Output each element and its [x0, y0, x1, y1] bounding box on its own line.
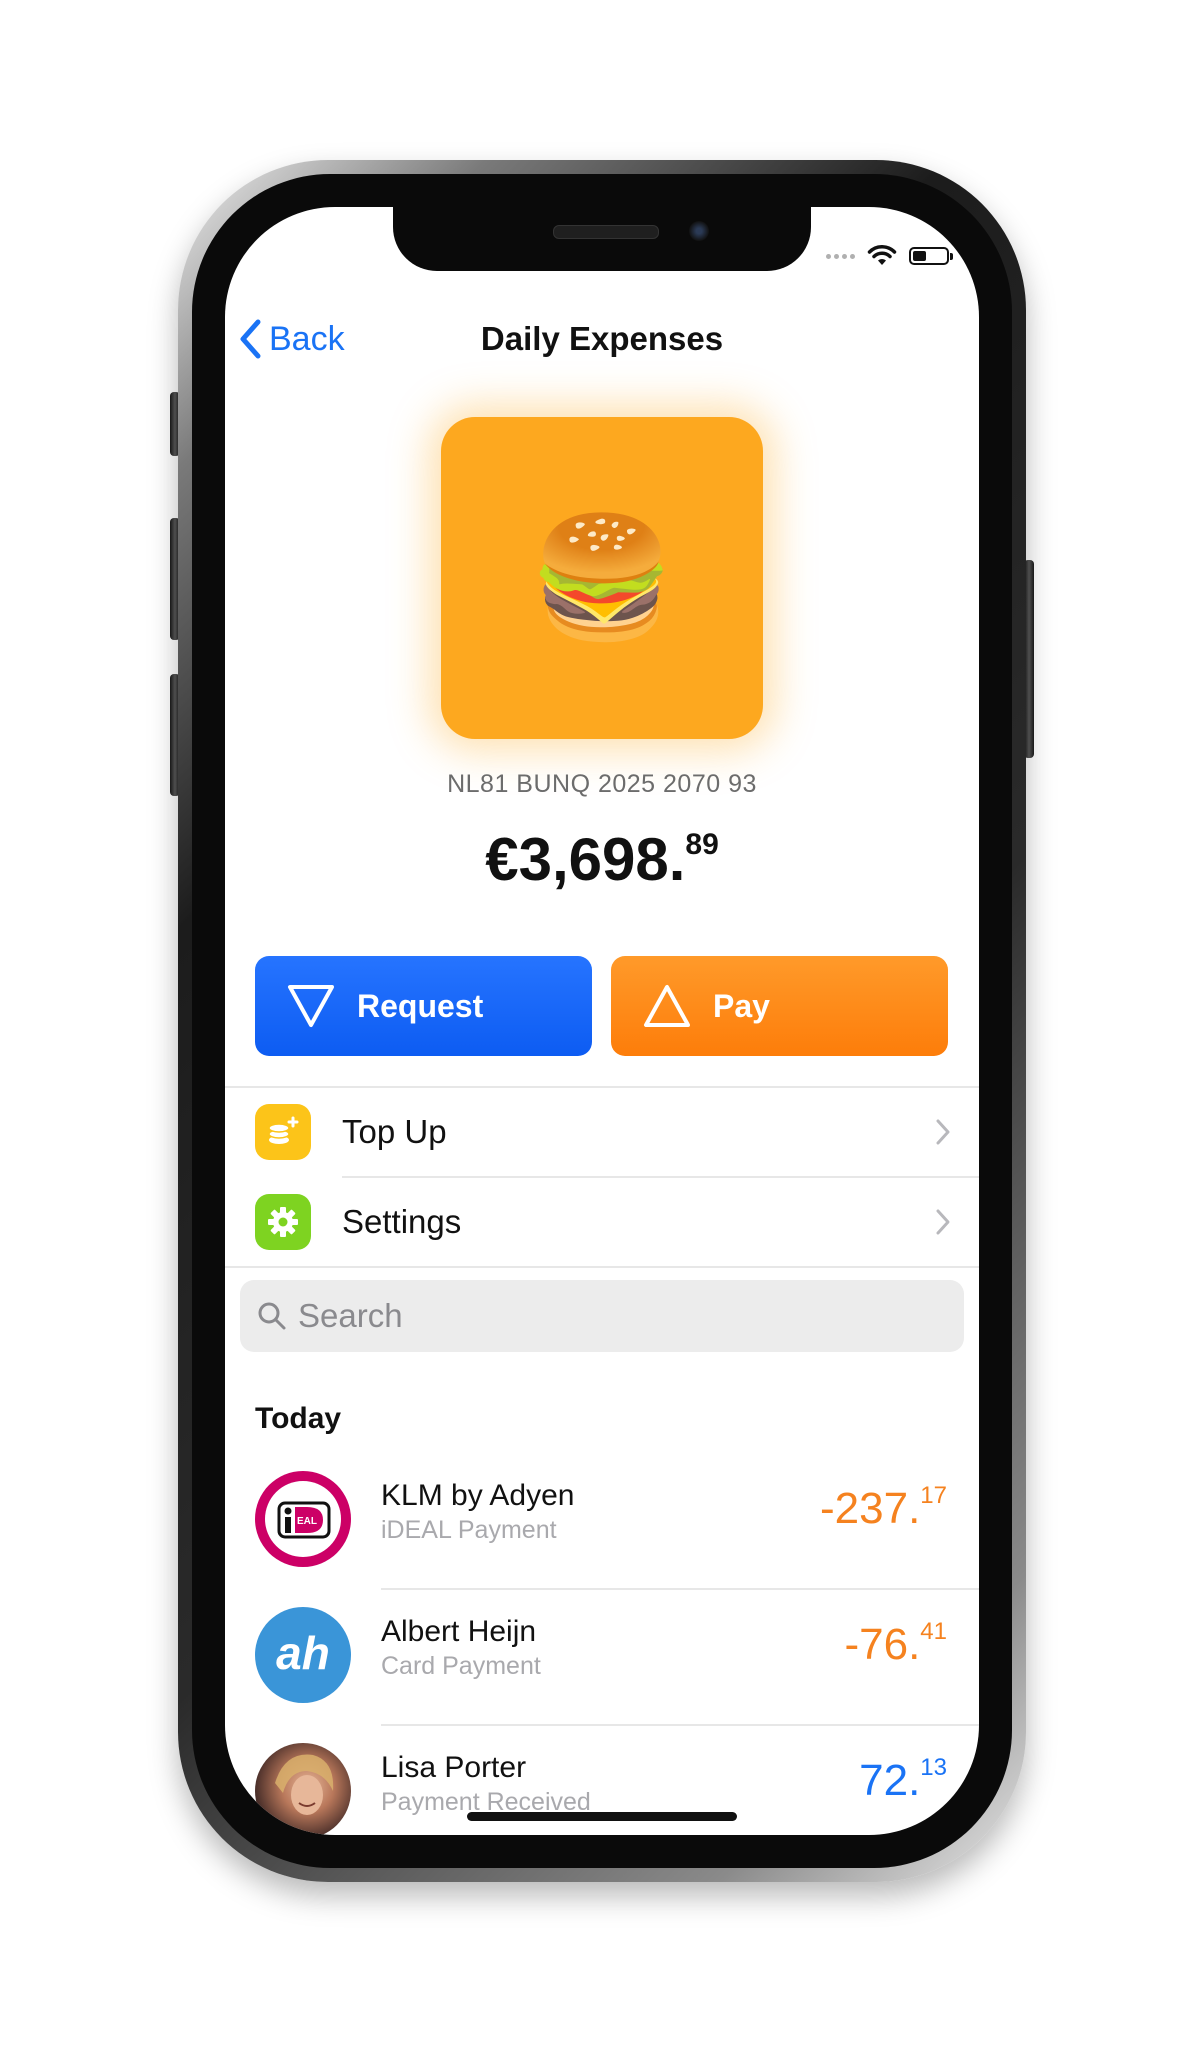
- svg-text:ah: ah: [276, 1627, 330, 1679]
- coins-icon: [255, 1104, 311, 1160]
- transaction-name: KLM by Adyen: [381, 1479, 575, 1512]
- transaction-amount: -76.41: [844, 1618, 947, 1670]
- account-iban: NL81 BUNQ 2025 2070 93: [447, 770, 757, 798]
- app-screen: Back Daily Expenses 🍔 NL81 BUNQ 2025 207…: [225, 207, 979, 1835]
- transaction-amount: -237.17: [820, 1482, 947, 1534]
- pay-label: Pay: [713, 987, 770, 1024]
- account-balance: €3,698.89: [225, 825, 979, 894]
- wifi-icon: [867, 245, 897, 265]
- menu-item-top-up[interactable]: Top Up: [225, 1088, 979, 1176]
- transaction-name: Lisa Porter: [381, 1751, 527, 1784]
- amount-main: 72.: [859, 1756, 921, 1805]
- amount-cents: 41: [920, 1618, 947, 1645]
- albert-heijn-logo-icon: ah: [255, 1607, 351, 1703]
- triangle-up-icon: [644, 985, 690, 1027]
- amount-cents: 17: [920, 1482, 947, 1509]
- transaction-row[interactable]: EAL KLM by Adyen iDEAL Payment -237.17: [225, 1454, 979, 1584]
- chevron-right-icon: [936, 1209, 950, 1235]
- transaction-name: Albert Heijn: [381, 1615, 537, 1648]
- signal-dots-icon: [826, 253, 855, 259]
- menu-item-settings[interactable]: Settings: [225, 1178, 979, 1266]
- search-icon: [258, 1302, 286, 1330]
- page-title: Daily Expenses: [480, 320, 724, 357]
- transaction-amount: 72.13: [859, 1754, 947, 1806]
- section-title-today: Today: [255, 1402, 342, 1435]
- pay-button[interactable]: Pay: [611, 956, 948, 1056]
- user-avatar: [255, 1743, 351, 1835]
- burger-emoji-icon: 🍔: [528, 512, 676, 644]
- gear-icon: [255, 1194, 311, 1250]
- account-avatar-tile[interactable]: 🍔: [441, 417, 763, 739]
- status-bar: [826, 243, 953, 269]
- request-label: Request: [357, 987, 484, 1024]
- amount-cents: 13: [920, 1754, 947, 1781]
- chevron-right-icon: [936, 1119, 950, 1145]
- balance-main: €3,698.: [485, 826, 686, 893]
- transaction-row[interactable]: ah Albert Heijn Card Payment -76.41: [225, 1590, 979, 1720]
- menu-item-label: Settings: [342, 1203, 462, 1240]
- amount-main: -237.: [820, 1484, 921, 1533]
- triangle-down-icon: [288, 985, 334, 1027]
- balance-cents: 89: [685, 828, 719, 861]
- front-camera: [689, 221, 709, 241]
- request-button[interactable]: Request: [255, 956, 592, 1056]
- ideal-logo-icon: EAL: [255, 1471, 351, 1567]
- search-input[interactable]: Search: [240, 1280, 964, 1352]
- menu-item-label: Top Up: [342, 1113, 447, 1150]
- battery-icon: [909, 247, 953, 265]
- transaction-subtitle: Card Payment: [381, 1652, 541, 1680]
- amount-main: -76.: [844, 1620, 921, 1669]
- speaker-grille: [553, 225, 659, 239]
- notch: [393, 207, 811, 271]
- divider: [225, 1266, 979, 1268]
- search-placeholder: Search: [298, 1297, 403, 1334]
- transaction-subtitle: iDEAL Payment: [381, 1516, 557, 1544]
- svg-text:EAL: EAL: [297, 1516, 317, 1527]
- home-indicator[interactable]: [467, 1812, 737, 1821]
